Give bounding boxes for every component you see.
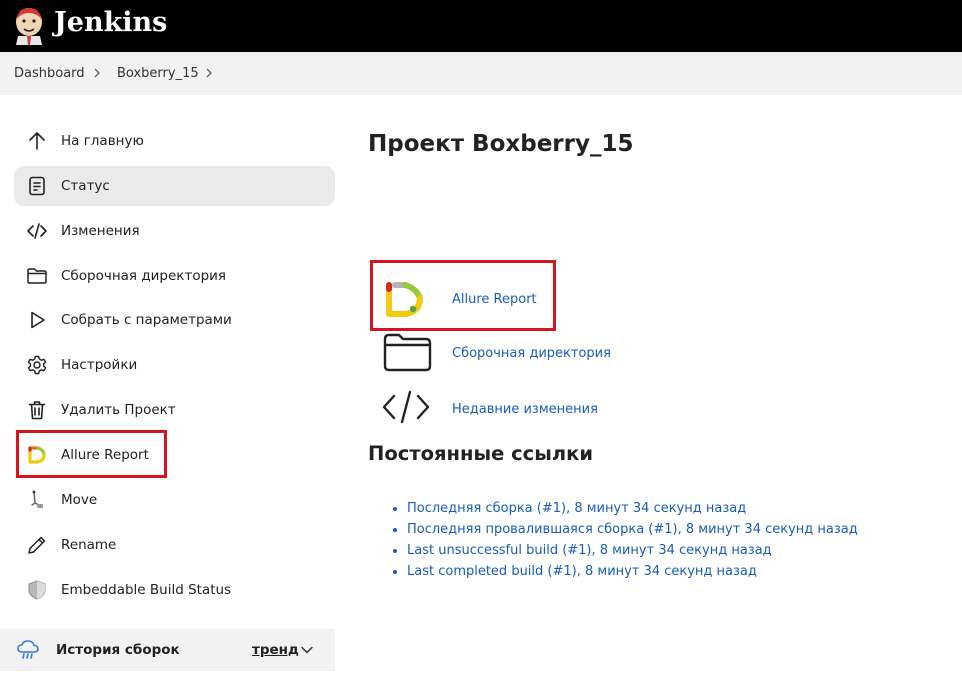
permalink-last-failed-build[interactable]: Последняя провалившаяся сборка (#1), 8 м… xyxy=(407,522,858,537)
chevron-right-icon[interactable] xyxy=(204,67,214,79)
sidebar-item-label: Статус xyxy=(61,178,110,194)
sidebar-item-delete-project[interactable]: Удалить Проект xyxy=(14,390,335,430)
document-icon xyxy=(29,176,45,196)
breadcrumb-dashboard[interactable]: Dashboard xyxy=(14,52,85,95)
permalinks-title: Постоянные ссылки xyxy=(368,442,594,465)
breadcrumb: Dashboard Boxberry_15 xyxy=(0,52,962,95)
sidebar-item-home[interactable]: На главную xyxy=(14,121,335,161)
sidebar-item-label: Сборочная директория xyxy=(61,268,227,284)
main-link-allure-report[interactable]: Allure Report xyxy=(380,276,580,326)
sidebar-item-label: Rename xyxy=(61,537,117,553)
sidebar-item-rename[interactable]: Rename xyxy=(14,525,335,565)
cloud-rain-icon xyxy=(17,640,39,659)
allure-icon xyxy=(28,446,46,464)
gear-icon xyxy=(27,355,47,375)
move-icon xyxy=(31,490,43,508)
sidebar-item-label: Embeddable Build Status xyxy=(61,582,232,598)
app-title[interactable]: Jenkins xyxy=(54,5,167,41)
sidebar-item-label: На главную xyxy=(61,133,144,149)
sidebar-item-label: Move xyxy=(61,492,98,508)
sidebar-item-label: Allure Report xyxy=(61,447,149,463)
link-label[interactable]: Недавние изменения xyxy=(452,402,598,417)
trash-icon xyxy=(28,401,46,420)
sidebar-item-settings[interactable]: Настройки xyxy=(14,345,335,385)
sidebar-item-move[interactable]: Move xyxy=(14,480,335,520)
list-item: Последняя сборка (#1), 8 минут 34 секунд… xyxy=(407,498,858,519)
sidebar-item-workspace[interactable]: Сборочная директория xyxy=(14,256,335,296)
permalink-last-build[interactable]: Последняя сборка (#1), 8 минут 34 секунд… xyxy=(407,501,746,516)
sidebar-item-label: Собрать с параметрами xyxy=(61,312,232,328)
sidebar-item-allure-report[interactable]: Allure Report xyxy=(14,435,335,475)
sidebar-item-label: Удалить Проект xyxy=(61,402,176,418)
permalink-last-completed-build[interactable]: Last completed build (#1), 8 минут 34 се… xyxy=(407,564,757,579)
trend-link[interactable]: тренд xyxy=(252,629,299,671)
code-icon xyxy=(27,223,47,239)
main-link-recent-changes[interactable]: Недавние изменения xyxy=(380,386,620,436)
page-title: Проект Boxberry_15 xyxy=(368,131,634,157)
shield-icon xyxy=(28,580,46,600)
list-item: Last completed build (#1), 8 минут 34 се… xyxy=(407,561,858,582)
arrow-up-icon xyxy=(29,132,45,150)
sidebar-item-label: Настройки xyxy=(61,357,138,373)
allure-icon xyxy=(386,282,423,317)
permalinks-list: Последняя сборка (#1), 8 минут 34 секунд… xyxy=(392,498,858,582)
build-history-title: История сборок xyxy=(56,642,180,658)
chevron-right-icon xyxy=(94,68,100,78)
list-item: Последняя провалившаяся сборка (#1), 8 м… xyxy=(407,519,858,540)
build-history-panel: История сборок тренд xyxy=(0,629,335,671)
link-label[interactable]: Allure Report xyxy=(452,292,537,307)
pencil-icon xyxy=(28,536,46,554)
top-header: Jenkins xyxy=(0,0,962,52)
sidebar-item-status[interactable]: Статус xyxy=(14,166,335,206)
play-icon xyxy=(31,311,45,329)
main-link-workspace[interactable]: Сборочная директория xyxy=(380,330,620,380)
sidebar-item-build-with-params[interactable]: Собрать с параметрами xyxy=(14,300,335,340)
code-icon xyxy=(382,390,430,424)
folder-icon xyxy=(383,333,432,372)
permalink-last-unsuccessful-build[interactable]: Last unsuccessful build (#1), 8 минут 34… xyxy=(407,543,772,558)
breadcrumb-project[interactable]: Boxberry_15 xyxy=(117,52,199,95)
sidebar-item-embeddable-build-status[interactable]: Embeddable Build Status xyxy=(14,570,335,610)
list-item: Last unsuccessful build (#1), 8 минут 34… xyxy=(407,540,858,561)
folder-icon xyxy=(27,268,47,284)
sidebar-item-changes[interactable]: Изменения xyxy=(14,211,335,251)
jenkins-logo-icon[interactable] xyxy=(12,5,46,45)
sidebar-item-label: Изменения xyxy=(61,223,140,239)
chevron-down-icon[interactable] xyxy=(300,644,314,656)
link-label[interactable]: Сборочная директория xyxy=(452,346,611,361)
